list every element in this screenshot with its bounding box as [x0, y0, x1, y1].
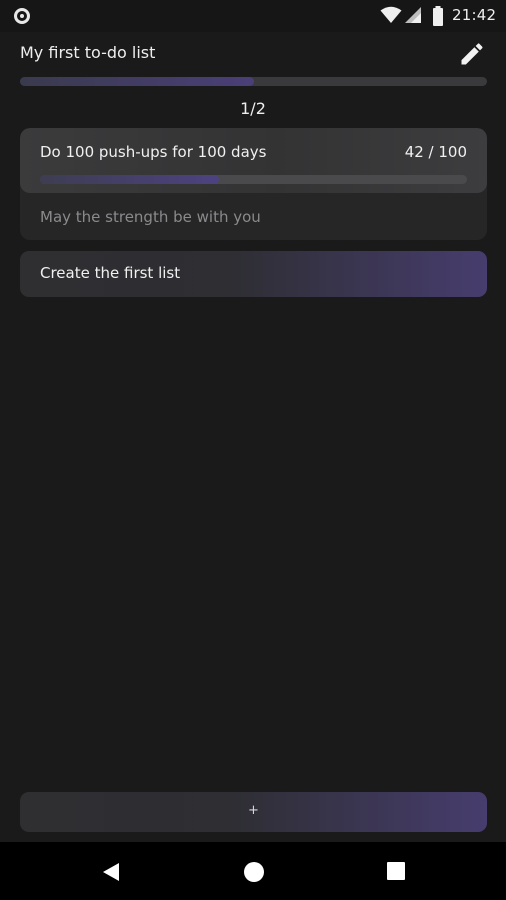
battery-icon — [433, 6, 443, 26]
navigation-bar — [0, 842, 506, 900]
list-progress-count: 1/2 — [240, 99, 266, 118]
signal-icon — [405, 7, 421, 23]
task-progress-bar — [40, 175, 467, 184]
create-first-list-label: Create the first list — [40, 264, 181, 282]
task-header[interactable]: Do 100 push-ups for 100 days 42 / 100 — [20, 128, 487, 193]
task-count: 42 / 100 — [404, 143, 467, 161]
list-title: My first to-do list — [20, 43, 156, 62]
notification-dot-icon — [14, 8, 30, 24]
app-screen: 21:42 My first to-do list 1/2 Do 100 pus… — [0, 0, 506, 900]
task-progress-fill — [40, 175, 220, 184]
back-icon[interactable] — [100, 861, 122, 883]
status-time: 21:42 — [452, 6, 497, 24]
task-note: May the strength be with you — [40, 208, 261, 226]
wifi-icon — [380, 6, 402, 23]
task-title: Do 100 push-ups for 100 days — [40, 143, 267, 161]
list-progress-bar — [20, 77, 487, 86]
home-icon[interactable] — [243, 861, 265, 883]
add-button[interactable]: + — [20, 792, 487, 832]
create-first-list-button[interactable]: Create the first list — [20, 251, 487, 297]
list-progress-fill — [20, 77, 254, 86]
recents-icon[interactable] — [386, 861, 406, 881]
add-icon: + — [248, 803, 259, 818]
task-card: Do 100 push-ups for 100 days 42 / 100 Ma… — [20, 128, 487, 240]
edit-pencil-icon[interactable] — [458, 40, 486, 68]
status-bar: 21:42 — [0, 0, 506, 32]
